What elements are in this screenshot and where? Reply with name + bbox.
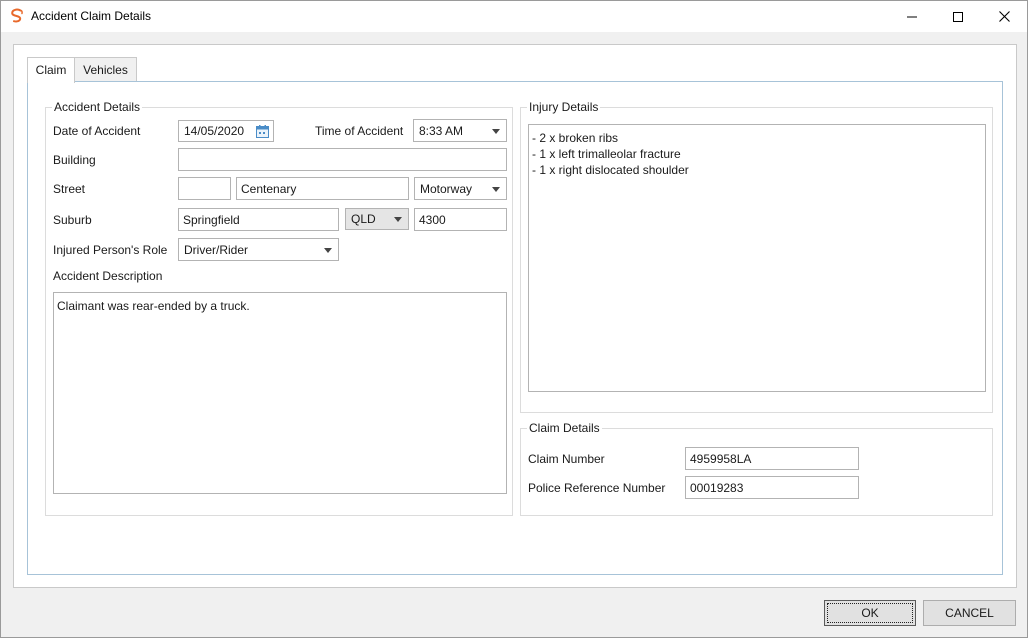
claim-number-input[interactable]	[685, 447, 859, 470]
injury-details-textarea[interactable]: - 2 x broken ribs - 1 x left trimalleola…	[528, 124, 986, 392]
street-type-value: Motorway	[420, 181, 473, 196]
date-of-accident-picker[interactable]: 14/05/2020	[178, 120, 274, 142]
cancel-button-label: CANCEL	[945, 606, 994, 620]
accident-description-label: Accident Description	[53, 269, 163, 283]
injured-person-role-label: Injured Person's Role	[53, 243, 168, 257]
minimize-button[interactable]	[889, 1, 935, 32]
building-input[interactable]	[178, 148, 507, 171]
chevron-down-icon	[394, 217, 402, 222]
time-of-accident-label: Time of Accident	[315, 124, 404, 138]
calendar-icon[interactable]	[256, 125, 269, 138]
maximize-icon	[953, 11, 963, 22]
building-label: Building	[53, 153, 96, 167]
close-icon	[998, 11, 1010, 22]
injured-person-role-select[interactable]: Driver/Rider	[178, 238, 339, 261]
cancel-button[interactable]: CANCEL	[923, 600, 1016, 626]
street-name-input[interactable]	[236, 177, 409, 200]
window-title: Accident Claim Details	[31, 9, 152, 23]
brand-swirl-icon	[11, 8, 23, 23]
postcode-input[interactable]	[414, 208, 507, 231]
injured-person-role-value: Driver/Rider	[184, 242, 249, 257]
suburb-label: Suburb	[53, 213, 92, 227]
focus-rectangle	[827, 603, 913, 623]
minimize-icon	[907, 16, 917, 17]
claim-details-group: Claim Details	[520, 421, 993, 516]
accident-description-textarea[interactable]: Claimant was rear-ended by a truck.	[53, 292, 507, 494]
police-reference-input[interactable]	[685, 476, 859, 499]
claim-number-label: Claim Number	[528, 452, 605, 466]
tab-vehicles-label: Vehicles	[83, 63, 128, 77]
state-value: QLD	[351, 212, 376, 226]
chevron-down-icon	[324, 247, 332, 253]
tab-claim[interactable]: Claim	[27, 57, 75, 83]
chevron-down-icon	[492, 128, 500, 134]
street-type-select[interactable]: Motorway	[414, 177, 507, 200]
tab-claim-label: Claim	[35, 63, 67, 77]
date-of-accident-label: Date of Accident	[53, 124, 141, 138]
police-reference-label: Police Reference Number	[528, 481, 666, 495]
suburb-input[interactable]	[178, 208, 339, 231]
claim-details-legend: Claim Details	[527, 421, 602, 435]
street-label: Street	[53, 182, 86, 196]
date-of-accident-value: 14/05/2020	[184, 124, 245, 138]
time-of-accident-value: 8:33 AM	[419, 123, 464, 138]
injury-details-legend: Injury Details	[527, 100, 601, 114]
title-bar[interactable]: Accident Claim Details	[1, 1, 1027, 32]
time-of-accident-select[interactable]: 8:33 AM	[413, 119, 507, 142]
street-number-input[interactable]	[178, 177, 231, 200]
dialog-window: Accident Claim Details Claim Vehicles Ac…	[0, 0, 1028, 638]
state-select[interactable]: QLD	[345, 208, 409, 230]
close-button[interactable]	[981, 1, 1027, 32]
ok-button[interactable]: OK	[824, 600, 916, 626]
accident-details-legend: Accident Details	[52, 100, 143, 114]
maximize-button[interactable]	[935, 1, 981, 32]
chevron-down-icon	[492, 186, 500, 192]
tab-vehicles[interactable]: Vehicles	[74, 57, 137, 82]
